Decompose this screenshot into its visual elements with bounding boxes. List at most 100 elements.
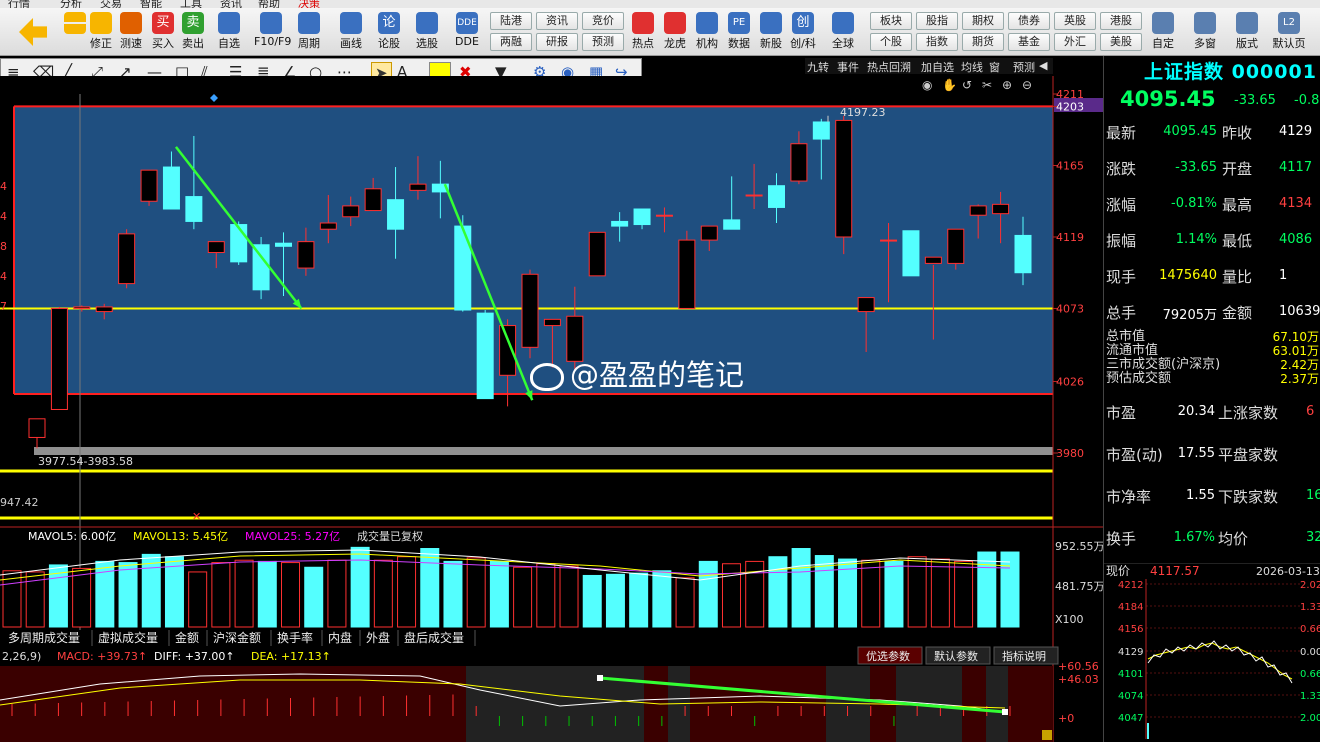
- market-button[interactable]: 美股: [1100, 33, 1142, 51]
- candle[interactable]: [880, 239, 898, 242]
- candle[interactable]: [835, 119, 853, 238]
- quick-button[interactable]: 资讯: [536, 12, 578, 30]
- zoom-in-icon[interactable]: ⊕: [1002, 78, 1012, 92]
- dragon-button[interactable]: 龙虎: [658, 10, 692, 56]
- smile-button[interactable]: 修正: [84, 10, 118, 56]
- discuss-button[interactable]: 论论股: [372, 10, 406, 56]
- candle[interactable]: [678, 239, 696, 309]
- default-page-button[interactable]: L2 默认页: [1272, 10, 1306, 56]
- market-button[interactable]: 股指: [916, 12, 958, 30]
- candle[interactable]: [790, 143, 808, 182]
- candle[interactable]: [857, 297, 875, 313]
- quick-button[interactable]: 研报: [536, 33, 578, 51]
- indicator-tab[interactable]: 外盘: [366, 630, 390, 645]
- layout-button[interactable]: 版式: [1230, 10, 1264, 56]
- candle[interactable]: [364, 188, 382, 212]
- chart-tab[interactable]: 均线: [961, 59, 983, 75]
- candle[interactable]: [902, 230, 920, 277]
- candle[interactable]: [185, 196, 203, 222]
- market-button[interactable]: 外汇: [1054, 33, 1096, 51]
- custom-button[interactable]: 自定: [1146, 10, 1180, 56]
- market-button[interactable]: 基金: [1008, 33, 1050, 51]
- candle[interactable]: [476, 312, 494, 400]
- star-button[interactable]: 自选: [212, 10, 246, 56]
- indicator-tab[interactable]: 虚拟成交量: [98, 630, 158, 645]
- trend-handle[interactable]: [597, 675, 603, 681]
- candle[interactable]: [947, 228, 965, 264]
- dde-button[interactable]: DDE DDE: [450, 10, 484, 56]
- pen-button[interactable]: 画线: [334, 10, 368, 56]
- menu-item-4[interactable]: 工具: [180, 0, 202, 8]
- chart-tab[interactable]: 九转: [807, 59, 829, 75]
- trend-handle[interactable]: [1002, 709, 1008, 715]
- candle[interactable]: [50, 307, 68, 410]
- candle[interactable]: [992, 203, 1010, 215]
- multiwin-button[interactable]: 多窗: [1188, 10, 1222, 56]
- candle[interactable]: [207, 241, 225, 254]
- menu-item-6[interactable]: 帮助: [258, 0, 280, 8]
- market-button[interactable]: 英股: [1054, 12, 1096, 30]
- candle[interactable]: [162, 166, 180, 210]
- hand-icon[interactable]: ✋: [942, 78, 957, 92]
- chart-tab[interactable]: 事件: [837, 59, 859, 75]
- chart-tab[interactable]: 窗: [989, 59, 1000, 75]
- undo-icon[interactable]: ↺: [962, 78, 972, 92]
- menu-item-3[interactable]: 智能: [140, 0, 162, 8]
- globe-button[interactable]: 全球: [826, 10, 860, 56]
- indicator-tab[interactable]: 多周期成交量: [8, 630, 80, 645]
- candle[interactable]: [745, 194, 763, 197]
- candle[interactable]: [655, 214, 673, 217]
- menu-item-7[interactable]: 决策: [298, 0, 320, 8]
- candle[interactable]: [140, 169, 158, 202]
- candle[interactable]: [409, 183, 427, 191]
- market-button[interactable]: 债券: [1008, 12, 1050, 30]
- candle[interactable]: [73, 306, 91, 309]
- quick-button[interactable]: 两融: [490, 33, 532, 51]
- candle[interactable]: [95, 306, 113, 313]
- candle[interactable]: [611, 220, 629, 227]
- chart-tab[interactable]: 加自选: [921, 59, 954, 75]
- back-arrow-button[interactable]: [16, 10, 50, 56]
- menu-item-0[interactable]: 行情: [8, 0, 30, 8]
- menu-item-5[interactable]: 资讯: [220, 0, 242, 8]
- scissors-icon[interactable]: ✂: [982, 78, 992, 92]
- period-button[interactable]: 周期: [292, 10, 326, 56]
- help-icon[interactable]: [1042, 730, 1052, 740]
- candle[interactable]: [319, 222, 337, 230]
- mini-intraday-chart[interactable]: 现价 4117.57 2026-03-13 4212 2.02 4184 1.33 4156 0…: [1104, 563, 1320, 739]
- candle[interactable]: [521, 273, 539, 348]
- candle[interactable]: [275, 242, 292, 247]
- candle[interactable]: [230, 224, 248, 263]
- market-button[interactable]: 个股: [870, 33, 912, 51]
- zoom-out-icon[interactable]: ⊖: [1022, 78, 1032, 92]
- market-button[interactable]: 板块: [870, 12, 912, 30]
- quick-button[interactable]: 竞价: [582, 12, 624, 30]
- candle[interactable]: [297, 241, 315, 269]
- indicator-tab[interactable]: 盘后成交量: [404, 630, 464, 645]
- market-button[interactable]: 港股: [1100, 12, 1142, 30]
- data-button[interactable]: PE 数据: [722, 10, 756, 56]
- candle[interactable]: [812, 121, 830, 140]
- candle[interactable]: [1014, 234, 1032, 274]
- candle[interactable]: [252, 244, 270, 291]
- chart-tab[interactable]: 预测: [1013, 59, 1035, 75]
- candle[interactable]: [588, 231, 606, 277]
- chart-tab[interactable]: 热点回溯: [867, 59, 911, 75]
- candle[interactable]: [28, 418, 46, 438]
- candle[interactable]: [924, 256, 942, 264]
- collapse-icon[interactable]: ◀: [1039, 59, 1047, 72]
- candle[interactable]: [633, 208, 651, 226]
- candle[interactable]: [969, 205, 987, 216]
- sell-button[interactable]: 卖卖出: [176, 10, 210, 56]
- kline-chart[interactable]: 42114203 4165 4119 4073 4026 3980 4197.23 3977.…: [0, 76, 1103, 742]
- newstock-button[interactable]: 新股: [754, 10, 788, 56]
- indicator-tab[interactable]: 沪深金额: [213, 630, 261, 645]
- candle[interactable]: [342, 205, 360, 218]
- candle[interactable]: [723, 219, 741, 230]
- candle[interactable]: [700, 225, 718, 241]
- candle[interactable]: [768, 185, 785, 208]
- indicator-tab[interactable]: 内盘: [328, 630, 352, 645]
- clock-button[interactable]: 测速: [114, 10, 148, 56]
- indicator-tab[interactable]: 换手率: [277, 630, 313, 645]
- menu-item-1[interactable]: 分析: [60, 0, 82, 8]
